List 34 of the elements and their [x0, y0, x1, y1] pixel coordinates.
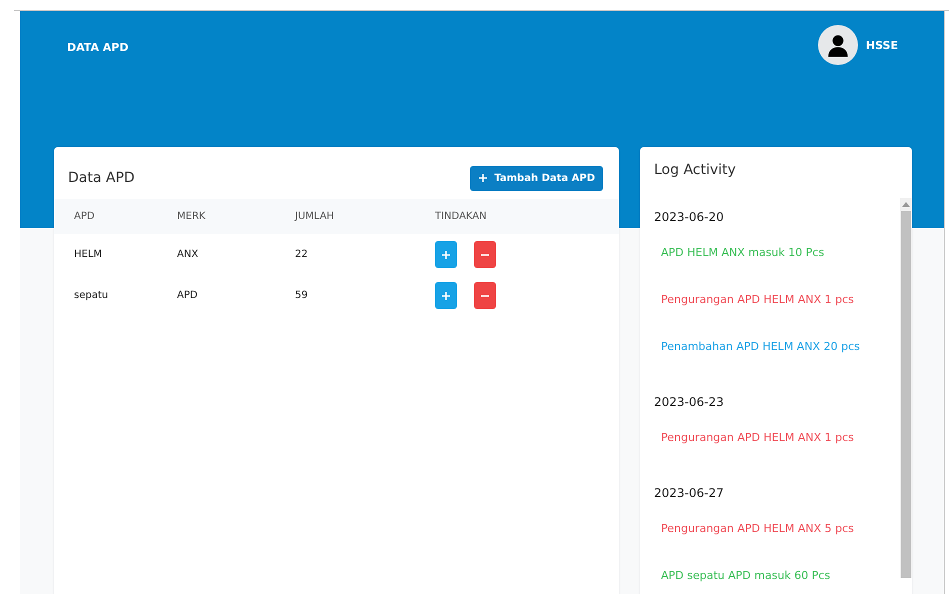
log-date: 2023-06-27	[654, 486, 725, 500]
scroll-up-icon[interactable]	[902, 202, 910, 207]
column-header: APD	[74, 211, 95, 222]
increase-button[interactable]	[435, 241, 457, 268]
card-title: Log Activity	[653, 161, 737, 180]
table-cell: APD	[177, 290, 198, 301]
column-header: MERK	[177, 211, 206, 222]
log-entry: Pengurangan APD HELM ANX 1 pcs	[660, 430, 855, 446]
card-title: Data APD	[68, 170, 135, 186]
table-cell: 59	[295, 290, 308, 301]
table-cell: sepatu	[74, 290, 108, 301]
decrease-button[interactable]	[474, 241, 496, 268]
plus-icon	[478, 173, 488, 183]
increase-button[interactable]	[435, 282, 457, 309]
plus-icon	[441, 290, 451, 300]
log-date: 2023-06-20	[654, 210, 725, 224]
log-date: 2023-06-23	[654, 395, 725, 409]
page-title: DATA APD	[67, 41, 128, 54]
add-button[interactable]: Tambah Data APD	[470, 166, 603, 190]
log-entry: APD sepatu APD masuk 60 Pcs	[660, 568, 832, 584]
log-entry: Pengurangan APD HELM ANX 1 pcs	[660, 292, 855, 308]
column-header: JUMLAH	[295, 211, 334, 222]
table-cell: ANX	[177, 249, 198, 260]
scrollbar[interactable]	[900, 198, 912, 578]
table-cell: 22	[295, 249, 308, 260]
decrease-button[interactable]	[474, 282, 496, 309]
log-entry: Penambahan APD HELM ANX 20 pcs	[660, 339, 861, 355]
avatar-icon[interactable]	[818, 25, 858, 65]
table-cell: HELM	[74, 249, 102, 260]
log-entry: Pengurangan APD HELM ANX 5 pcs	[660, 521, 855, 537]
log-entry: APD HELM ANX masuk 10 Pcs	[660, 245, 826, 261]
user-name[interactable]: HSSE	[866, 38, 898, 52]
plus-icon	[441, 250, 451, 260]
column-header: TINDAKAN	[435, 211, 487, 222]
